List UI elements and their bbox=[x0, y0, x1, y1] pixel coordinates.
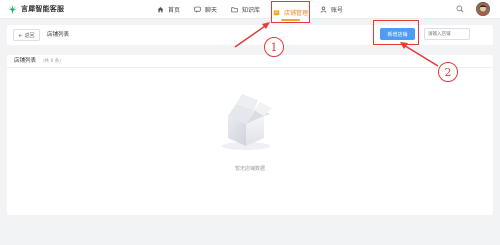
user-icon bbox=[320, 6, 327, 13]
add-store-button[interactable]: 新增店铺 bbox=[380, 28, 415, 40]
nav-item-store-management[interactable]: 店铺管理 bbox=[271, 1, 310, 23]
callout-arrow-2 bbox=[400, 42, 439, 67]
step-badge-1: 1 bbox=[264, 37, 284, 57]
home-icon bbox=[157, 7, 164, 13]
nav-label-knowledge-base: 知识库 bbox=[242, 7, 261, 14]
nav-label-account: 账号 bbox=[331, 7, 344, 14]
store-icon bbox=[273, 9, 280, 15]
avatar-image bbox=[476, 3, 490, 16]
brand-logo bbox=[7, 4, 18, 15]
nav-label-store-management: 店铺管理 bbox=[283, 9, 308, 17]
nav-label-home: 首页 bbox=[168, 7, 181, 14]
nav-item-chat[interactable]: 聊天 bbox=[194, 0, 217, 19]
chat-icon bbox=[194, 6, 201, 13]
search-icon[interactable] bbox=[456, 5, 464, 13]
nav-label-chat: 聊天 bbox=[205, 7, 218, 14]
empty-state-text: 暂无店铺数据 bbox=[234, 166, 265, 172]
empty-box-illustration bbox=[222, 94, 272, 150]
nav-item-home[interactable]: 首页 bbox=[157, 0, 180, 19]
top-navigation-bar: 言犀智能客服 首页 聊天 知识库 店铺管理 账号 bbox=[0, 0, 500, 23]
brand-name: 言犀智能客服 bbox=[21, 5, 65, 13]
page-title: 店铺列表 bbox=[47, 32, 70, 38]
step-badge-2: 2 bbox=[438, 62, 458, 82]
back-button[interactable]: 返回 bbox=[13, 29, 40, 41]
nav-item-knowledge-base[interactable]: 知识库 bbox=[231, 0, 260, 19]
arrow-left-icon bbox=[19, 33, 23, 37]
back-button-label: 返回 bbox=[24, 32, 35, 39]
nav-item-account[interactable]: 账号 bbox=[320, 0, 343, 19]
user-avatar[interactable] bbox=[476, 2, 490, 16]
store-search-input[interactable] bbox=[424, 28, 470, 40]
list-count: （共 0 条） bbox=[40, 59, 64, 64]
list-title: 店铺列表 bbox=[14, 58, 37, 64]
active-tab-indicator bbox=[281, 19, 300, 21]
folder-icon bbox=[231, 7, 238, 13]
